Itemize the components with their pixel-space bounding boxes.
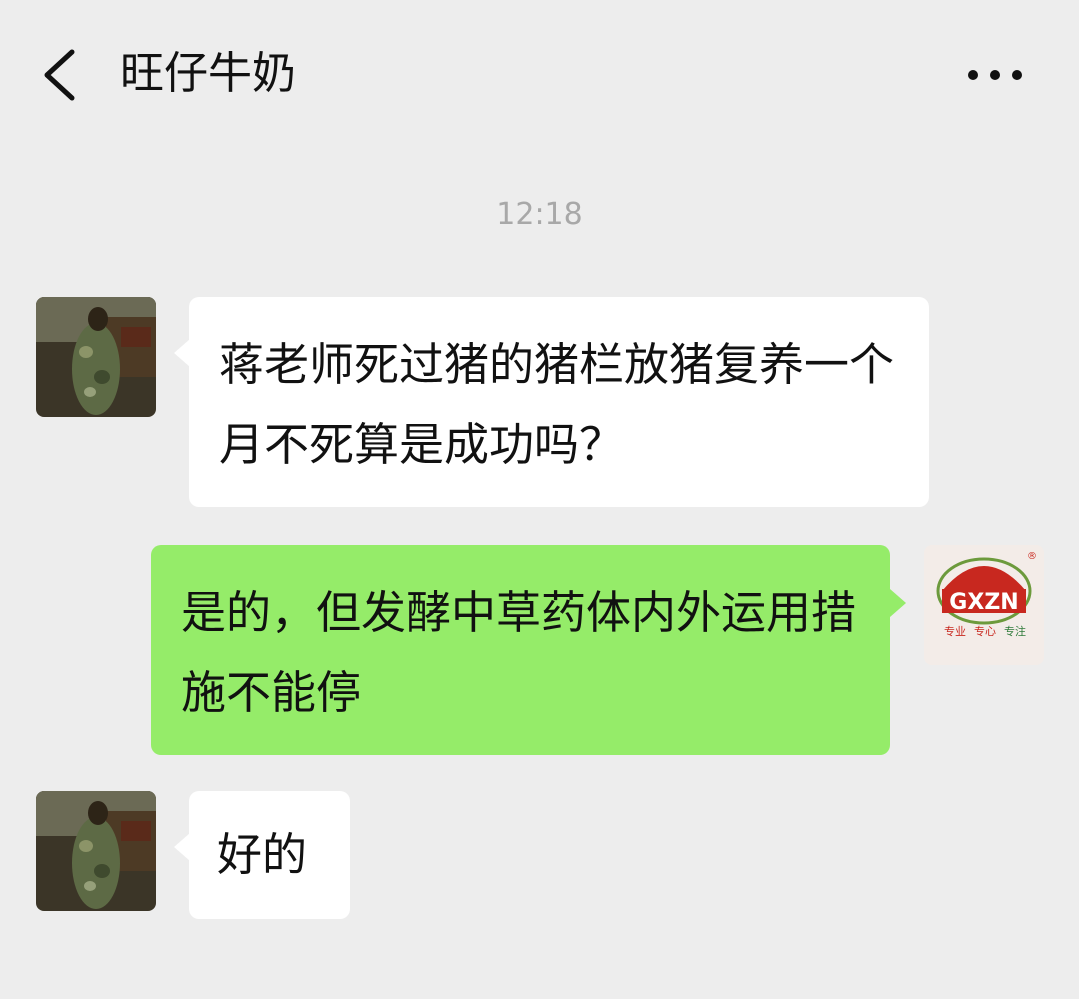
logo-tagline-2: 专心 bbox=[974, 624, 996, 638]
outgoing-bubble-tail bbox=[890, 589, 906, 617]
incoming-message-bubble[interactable]: 好的 bbox=[189, 791, 350, 919]
contact-avatar[interactable] bbox=[36, 791, 156, 911]
message-timestamp: 12:18 bbox=[496, 197, 583, 232]
logo-tagline-1: 专业 bbox=[944, 624, 966, 638]
chevron-left-icon bbox=[44, 49, 75, 101]
chat-title: 旺仔牛奶 bbox=[120, 48, 296, 99]
logo-tagline-3: 专注 bbox=[1004, 624, 1026, 638]
outgoing-message-bubble[interactable]: 是的，但发酵中草药体内外运用措施不能停 bbox=[151, 545, 890, 755]
contact-avatar[interactable] bbox=[36, 297, 156, 417]
chat-header: 旺仔牛奶 bbox=[0, 0, 1079, 150]
back-button[interactable] bbox=[30, 40, 90, 110]
my-avatar[interactable]: GXZN ® 专业 专心 专注 bbox=[924, 545, 1044, 665]
registered-mark: ® bbox=[1027, 551, 1037, 562]
more-options-button[interactable] bbox=[955, 45, 1035, 105]
incoming-bubble-tail bbox=[174, 833, 190, 861]
incoming-message-bubble[interactable]: 蒋老师死过猪的猪栏放猪复养一个月不死算是成功吗？ bbox=[189, 297, 929, 507]
logo-brand-text: GXZN bbox=[949, 590, 1018, 615]
more-horizontal-icon bbox=[968, 70, 1022, 80]
incoming-bubble-tail bbox=[174, 339, 190, 367]
